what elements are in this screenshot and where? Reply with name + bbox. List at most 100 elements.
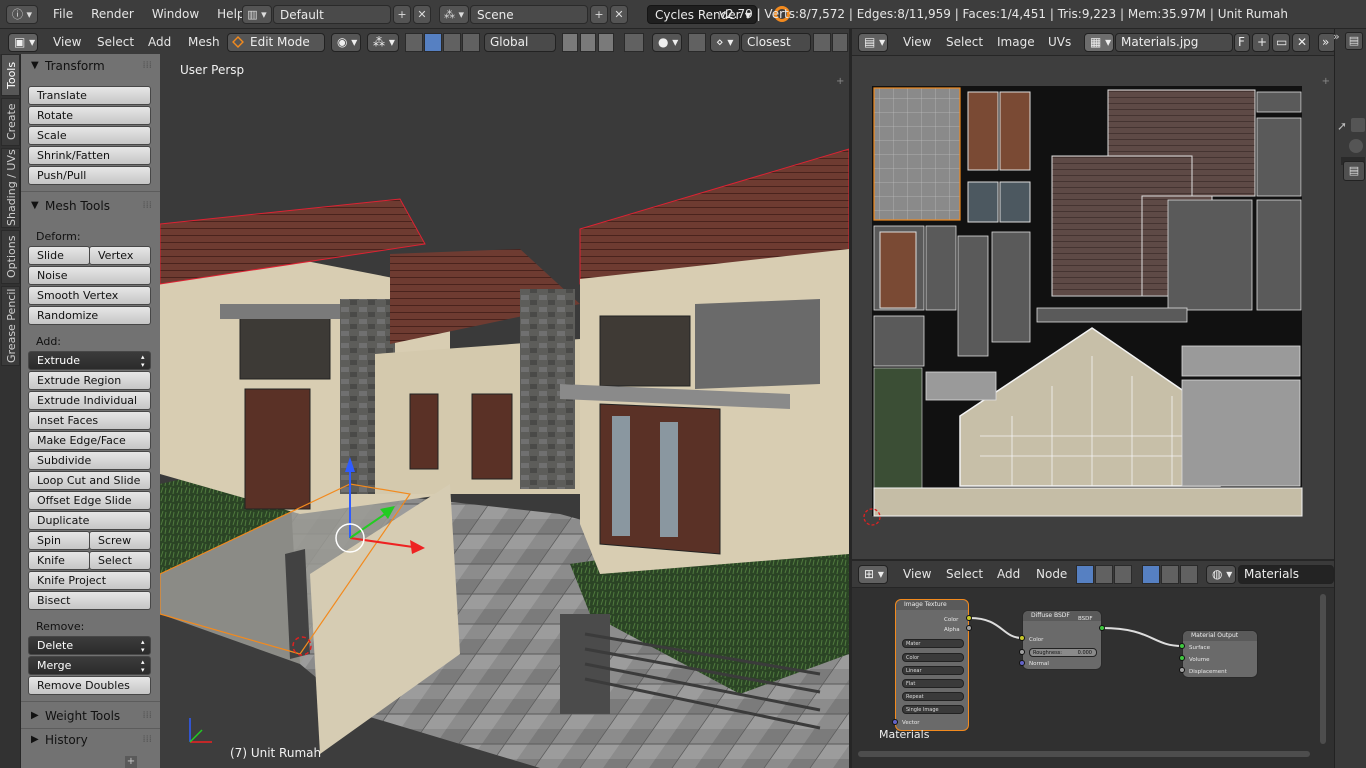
source-dropdown[interactable]: Single Image <box>902 705 964 714</box>
material-browse-icon[interactable]: ◍ ▾ <box>1206 565 1236 584</box>
menu-file[interactable]: File <box>44 0 82 29</box>
material-name-field[interactable]: Materials <box>1238 565 1334 584</box>
screen-layout-icon[interactable]: ▥ ▾ <box>242 5 272 24</box>
extrude-dropdown[interactable]: Extrude <box>28 351 151 370</box>
loop-cut-slide-button[interactable]: Loop Cut and Slide <box>28 471 151 490</box>
extrude-individual-button[interactable]: Extrude Individual <box>28 391 151 410</box>
shader-nodes-icon[interactable] <box>1076 565 1094 584</box>
socket-bsdf-out[interactable] <box>1099 625 1105 631</box>
roughness-field[interactable]: Roughness: 0.000 <box>1029 648 1097 657</box>
menu-view[interactable]: View <box>53 29 81 56</box>
menu-add[interactable]: Add <box>148 29 171 56</box>
unlink-image-icon[interactable]: ✕ <box>1292 33 1310 52</box>
socket-displacement-in[interactable] <box>1179 667 1185 673</box>
randomize-button[interactable]: Randomize <box>28 306 151 325</box>
scene-icon[interactable]: ⁂ ▾ <box>439 5 469 24</box>
menu-uvs[interactable]: UVs <box>1048 29 1071 56</box>
remove-doubles-button[interactable]: Remove Doubles <box>28 676 151 695</box>
socket-color-out[interactable] <box>966 615 972 621</box>
socket-roughness-in[interactable] <box>1019 649 1025 655</box>
face-select-icon[interactable] <box>598 33 614 52</box>
rotate-manipulator-icon[interactable] <box>443 33 461 52</box>
snap-element-icon[interactable]: ⋄ ▾ <box>710 33 740 52</box>
slide-vertex-button[interactable]: Vertex <box>89 246 151 265</box>
texture-nodes-icon[interactable] <box>1114 565 1132 584</box>
delete-dropdown[interactable]: Delete <box>28 636 151 655</box>
menu-select[interactable]: Select <box>946 29 983 56</box>
scale-manipulator-icon[interactable] <box>462 33 480 52</box>
viewport-3d[interactable]: User Persp (7) Unit Rumah + <box>160 54 849 768</box>
menu-view[interactable]: View <box>903 29 931 56</box>
scale-button[interactable]: Scale <box>28 126 151 145</box>
editor-type-info-icon[interactable]: ⓘ ▾ <box>6 5 38 24</box>
extension-dropdown[interactable]: Repeat <box>902 692 964 701</box>
tab-shading-uvs[interactable]: Shading / UVs <box>1 148 20 228</box>
world-shader-icon[interactable] <box>1161 565 1179 584</box>
horizontal-scrollbar[interactable] <box>858 751 1310 757</box>
object-shader-icon[interactable] <box>1142 565 1160 584</box>
line-style-icon[interactable] <box>1180 565 1198 584</box>
extrude-region-button[interactable]: Extrude Region <box>28 371 151 390</box>
new-image-icon[interactable]: + <box>1252 33 1270 52</box>
socket-volume-in[interactable] <box>1179 655 1185 661</box>
browse-image-icon[interactable]: ▦ ▾ <box>1084 33 1114 52</box>
translate-button[interactable]: Translate <box>28 86 151 105</box>
magnet-snap-icon[interactable] <box>688 33 706 52</box>
socket-vector-in[interactable] <box>892 719 898 725</box>
merge-dropdown[interactable]: Merge <box>28 656 151 675</box>
manipulator-toggle-icon[interactable] <box>405 33 423 52</box>
menu-view[interactable]: View <box>903 561 931 588</box>
bisect-button[interactable]: Bisect <box>28 591 151 610</box>
socket-surface-in[interactable] <box>1179 643 1185 649</box>
rotate-button[interactable]: Rotate <box>28 106 151 125</box>
add-panel-icon[interactable]: + <box>125 756 137 768</box>
menu-mesh[interactable]: Mesh <box>188 29 220 56</box>
remove-scene-icon[interactable]: ✕ <box>610 5 628 24</box>
menu-image[interactable]: Image <box>997 29 1035 56</box>
make-edge-face-button[interactable]: Make Edge/Face <box>28 431 151 450</box>
limit-selection-icon[interactable] <box>624 33 644 52</box>
slide-edge-button[interactable]: Slide Edge <box>28 246 90 279</box>
color-space-dropdown[interactable]: Color <box>902 653 964 662</box>
socket-alpha-out[interactable] <box>966 625 972 631</box>
interpolation-dropdown[interactable]: Linear <box>902 666 964 675</box>
snap-align-icon[interactable] <box>813 33 831 52</box>
add-scene-icon[interactable]: + <box>590 5 608 24</box>
tab-create[interactable]: Create <box>1 98 20 146</box>
smooth-vertex-button[interactable]: Smooth Vertex <box>28 286 151 305</box>
panel-history-header[interactable]: ▶ History ⁞⁞⁞ <box>21 728 160 752</box>
menu-select[interactable]: Select <box>97 29 134 56</box>
proportional-edit-icon[interactable]: ● ▾ <box>652 33 682 52</box>
tab-options[interactable]: Options <box>1 230 20 284</box>
noise-button[interactable]: Noise <box>28 266 151 285</box>
render-preview-icon[interactable] <box>832 33 848 52</box>
drag-grip-icon[interactable]: ⁞⁞⁞ <box>142 194 152 218</box>
node-editor[interactable]: Image Texture Color Alpha Mater Color Li… <box>852 588 1334 768</box>
translate-manipulator-icon[interactable] <box>424 33 442 52</box>
snap-target-dropdown[interactable]: Closest <box>741 33 811 52</box>
panel-transform-header[interactable]: ▼ Transform ⁞⁞⁞ <box>21 54 160 78</box>
screw-button[interactable]: Screw <box>89 531 151 550</box>
panel-mesh-tools-header[interactable]: ▼ Mesh Tools ⁞⁞⁞ <box>21 194 160 218</box>
scene-field[interactable]: Scene <box>470 5 588 24</box>
menu-select[interactable]: Select <box>946 561 983 588</box>
toggle-icon[interactable] <box>1349 139 1363 153</box>
offset-edge-slide-button[interactable]: Offset Edge Slide <box>28 491 151 510</box>
editor-type-3d-icon[interactable]: ▣ ▾ <box>8 33 38 52</box>
add-layout-icon[interactable]: + <box>393 5 411 24</box>
diffuse-bsdf-node[interactable]: Diffuse BSDF BSDF Color Roughness: 0.000… <box>1022 610 1102 670</box>
vertical-scrollbar[interactable] <box>1320 594 1326 744</box>
remove-layout-icon[interactable]: ✕ <box>413 5 431 24</box>
tab-tools[interactable]: Tools <box>1 54 20 96</box>
editor-type-icon[interactable]: ▤ <box>1345 32 1363 50</box>
drag-grip-icon[interactable]: ⁞⁞⁞ <box>142 728 152 752</box>
drag-grip-icon[interactable]: ⁞⁞⁞ <box>142 54 152 78</box>
editor-type-node-icon[interactable]: ⊞ ▾ <box>858 565 888 584</box>
image-editor[interactable]: + <box>852 56 1334 559</box>
image-name-field[interactable]: Materials.jpg <box>1115 33 1233 52</box>
edge-select-icon[interactable] <box>580 33 596 52</box>
socket-color-in[interactable] <box>1019 635 1025 641</box>
projection-dropdown[interactable]: Flat <box>902 679 964 688</box>
compositing-nodes-icon[interactable] <box>1095 565 1113 584</box>
fake-user-toggle[interactable]: F <box>1234 33 1250 52</box>
